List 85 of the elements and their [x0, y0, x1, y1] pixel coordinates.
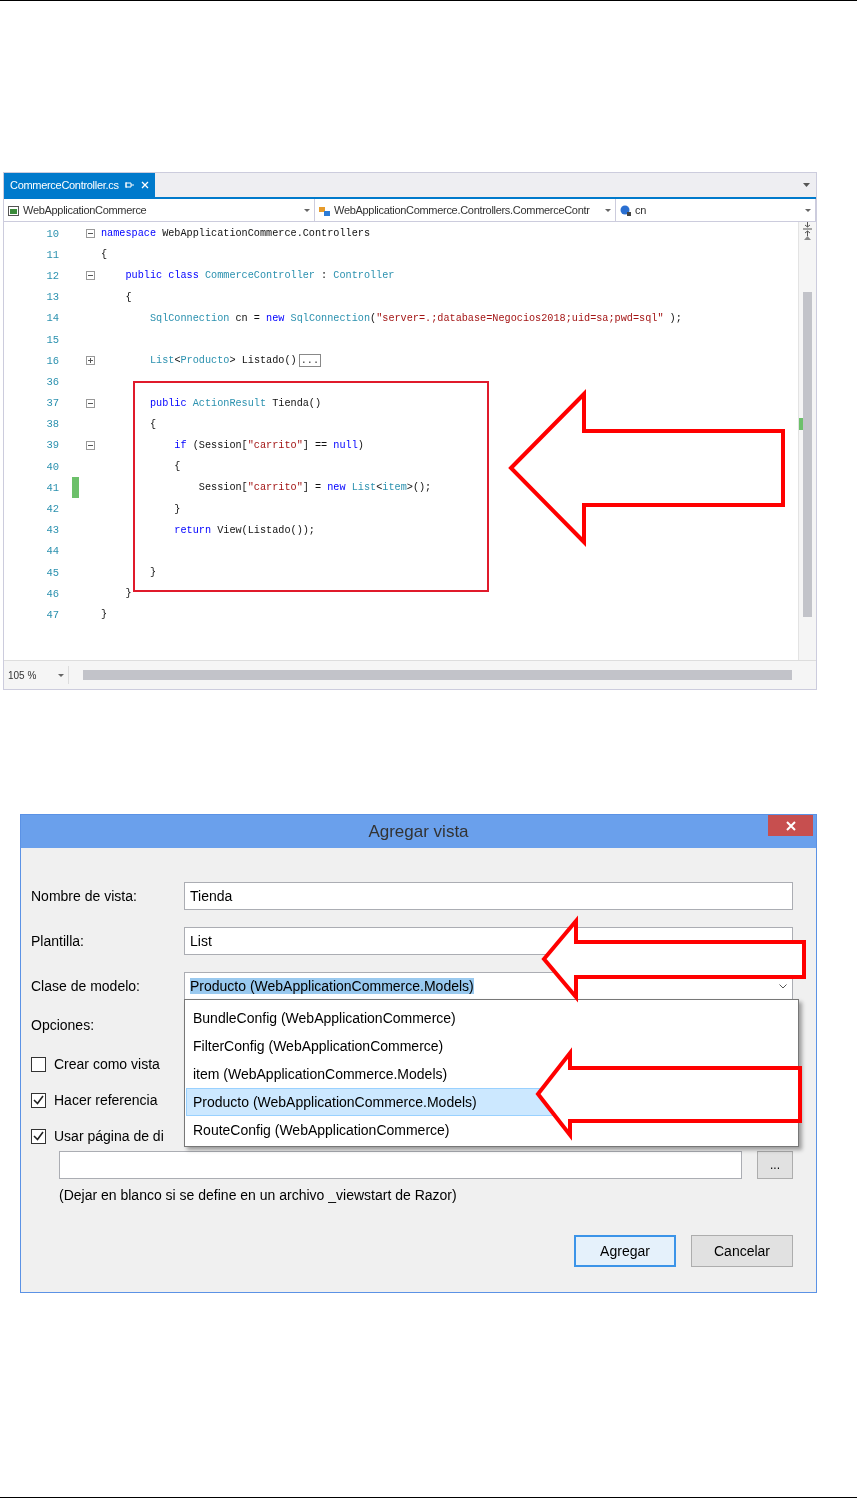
- code-line: {: [124, 291, 132, 303]
- project-icon: [8, 204, 19, 216]
- checkbox[interactable]: [31, 1056, 46, 1072]
- line-number: 43: [45, 524, 59, 537]
- collapse-icon[interactable]: [85, 271, 95, 281]
- editor-tab[interactable]: CommerceController.cs: [4, 173, 155, 197]
- options-label: Opciones:: [31, 1017, 95, 1033]
- code-line: Session["carrito"] = new List<item>();: [197, 482, 432, 494]
- line-number: 47: [45, 608, 59, 621]
- field-label: Plantilla:: [31, 933, 85, 949]
- code-line: }: [173, 503, 181, 515]
- close-icon[interactable]: [140, 181, 149, 189]
- line-number: 11: [45, 248, 59, 261]
- line-number: 41: [45, 481, 59, 494]
- dropdown-option[interactable]: BundleConfig (WebApplicationCommerce): [186, 1004, 463, 1032]
- line-number: 16: [45, 354, 59, 367]
- cancel-button[interactable]: Cancelar: [691, 1235, 793, 1267]
- checkbox-label: Hacer referencia: [54, 1092, 158, 1108]
- caret-icon: [304, 208, 310, 212]
- code-line: namespace WebApplicationCommerce.Controllers: [101, 228, 370, 240]
- dropdown-option[interactable]: item (WebApplicationCommerce.Models): [186, 1060, 455, 1088]
- class-icon: [319, 204, 330, 216]
- dialog-title: Agregar vista: [368, 821, 469, 842]
- line-number: 13: [45, 291, 59, 304]
- caret-icon: [605, 208, 611, 212]
- line-number: 40: [45, 460, 59, 473]
- browse-button[interactable]: ...: [757, 1151, 793, 1179]
- line-number: 38: [45, 418, 59, 431]
- code-line: public class CommerceController : Controller: [124, 270, 395, 282]
- code-line: if (Session["carrito"] == null): [173, 439, 364, 451]
- code-line: }: [101, 609, 108, 621]
- scroll-up-icon[interactable]: [804, 236, 811, 240]
- line-number: 10: [45, 227, 59, 240]
- checkbox-label: Usar página de di: [54, 1128, 164, 1144]
- line-number: 36: [45, 375, 59, 388]
- close-button[interactable]: [768, 815, 813, 836]
- text-field[interactable]: Tienda: [184, 882, 793, 910]
- caret-icon: [805, 208, 811, 212]
- horizontal-scrollbar[interactable]: [83, 670, 792, 680]
- field-icon: [620, 204, 631, 216]
- code-line: SqlConnection cn = new SqlConnection("server=.;database=Negocios2018;uid=sa;pwd=sql" );: [148, 312, 682, 324]
- chevron-icon: [779, 983, 787, 989]
- layout-path-field[interactable]: [59, 1151, 742, 1179]
- line-number: 15: [45, 333, 59, 346]
- checkbox[interactable]: [31, 1092, 46, 1108]
- line-number: 45: [45, 566, 59, 579]
- expand-icon[interactable]: [85, 356, 95, 366]
- line-number: 12: [45, 269, 59, 282]
- dropdown-option[interactable]: FilterConfig (WebApplicationCommerce): [186, 1032, 451, 1060]
- collapse-icon[interactable]: [85, 440, 95, 450]
- code-line: }: [124, 588, 132, 600]
- line-number: 44: [45, 545, 59, 558]
- line-number: 46: [45, 587, 59, 600]
- close-icon: [785, 820, 796, 831]
- check-icon: [33, 1095, 44, 1105]
- check-icon: [33, 1131, 44, 1141]
- checkbox-label: Crear como vista: [54, 1056, 160, 1072]
- add-button[interactable]: Agregar: [574, 1235, 676, 1267]
- collapse-icon[interactable]: [85, 229, 95, 239]
- split-icon[interactable]: [803, 222, 812, 236]
- zoom-dropdown[interactable]: 105 %: [4, 666, 69, 684]
- navigation-dropdown[interactable]: WebApplicationCommerce: [4, 199, 315, 221]
- code-line: {: [148, 418, 157, 430]
- checkbox[interactable]: [31, 1128, 46, 1144]
- line-number: 39: [45, 439, 59, 452]
- code-line: List<Producto> Listado() ...: [101, 355, 321, 367]
- caret-icon: [58, 673, 64, 677]
- dropdown-icon[interactable]: [803, 183, 810, 187]
- hint-text: (Dejar en blanco si se define en un archivo _viewstart de Razor): [59, 1187, 458, 1203]
- navigation-dropdown[interactable]: WebApplicationCommerce.Controllers.CommerceContr: [315, 199, 616, 221]
- vertical-scrollbar[interactable]: [798, 222, 816, 660]
- code-line: return View(Listado());: [173, 524, 315, 536]
- field-label: Nombre de vista:: [31, 888, 138, 904]
- pin-icon[interactable]: [124, 181, 135, 189]
- line-number: 37: [45, 397, 59, 410]
- navigation-dropdown[interactable]: cn: [616, 199, 816, 221]
- collapse-icon[interactable]: [85, 398, 95, 408]
- dropdown-option[interactable]: RouteConfig (WebApplicationCommerce): [186, 1116, 457, 1144]
- code-line: }: [148, 567, 157, 579]
- line-number: 14: [45, 312, 59, 325]
- code-line: {: [101, 249, 108, 261]
- line-number: 42: [45, 503, 59, 516]
- code-line: public ActionResult Tienda(): [148, 397, 322, 409]
- code-line: {: [173, 461, 181, 473]
- field-label: Clase de modelo:: [31, 978, 141, 994]
